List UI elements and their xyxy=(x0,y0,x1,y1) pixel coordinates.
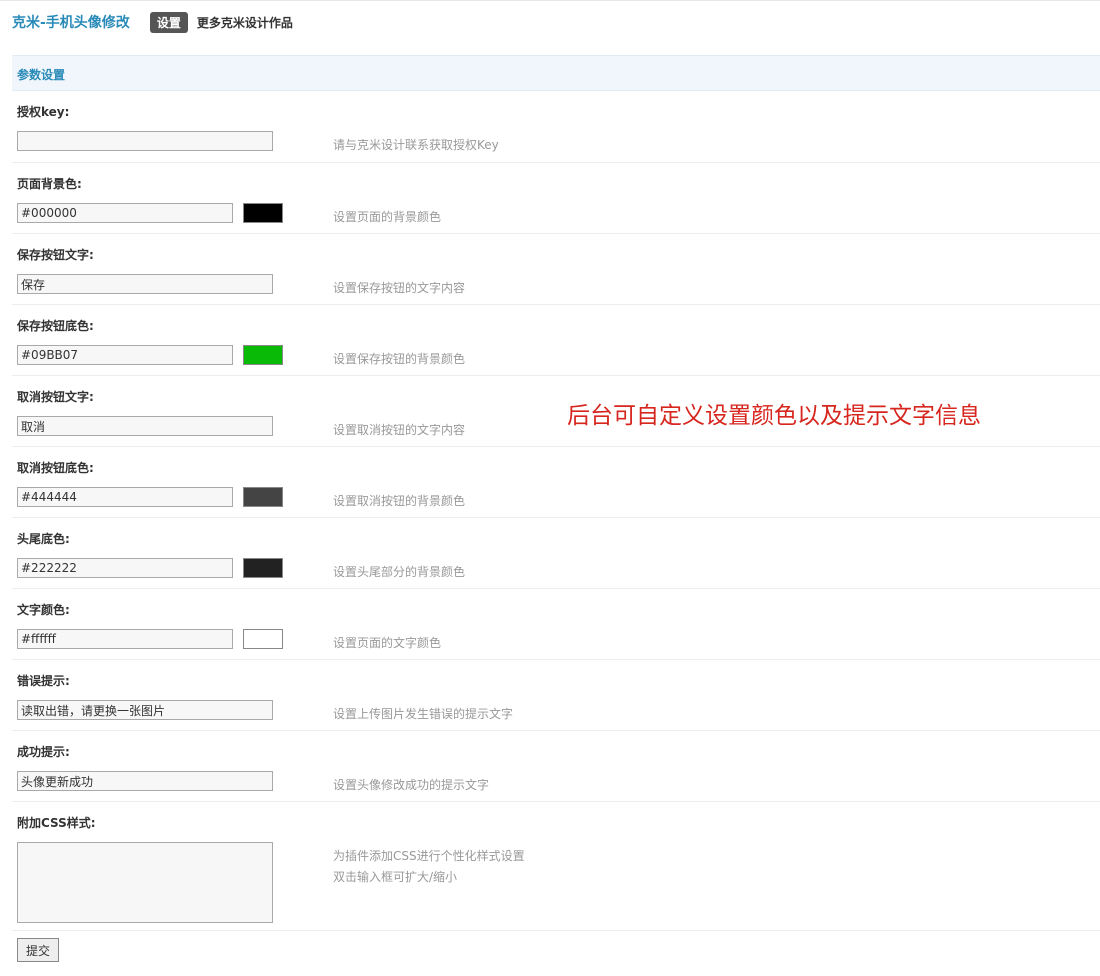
hint-success-tip: 设置头像修改成功的提示文字 xyxy=(333,778,490,792)
bg-color-input[interactable] xyxy=(17,203,233,223)
hint-error-tip: 设置上传图片发生错误的提示文字 xyxy=(333,707,514,721)
row-auth-key: 授权key: 请与克米设计联系获取授权Key xyxy=(12,91,1100,163)
bg-color-swatch[interactable] xyxy=(243,203,283,223)
top-border xyxy=(0,0,1100,1)
row-extra-css: 附加CSS样式: 为插件添加CSS进行个性化样式设置 双击输入框可扩大/缩小 xyxy=(12,802,1100,931)
row-save-color: 保存按钮底色: 设置保存按钮的背景颜色 xyxy=(12,305,1100,376)
hint-text-color: 设置页面的文字颜色 xyxy=(333,636,442,650)
label-text-color: 文字颜色: xyxy=(17,603,70,617)
hint-cancel-text: 设置取消按钮的文字内容 xyxy=(333,423,466,437)
row-error-tip: 错误提示: 设置上传图片发生错误的提示文字 xyxy=(12,660,1100,731)
hint-bg-color: 设置页面的背景颜色 xyxy=(333,210,442,224)
cancel-color-swatch[interactable] xyxy=(243,487,283,507)
row-text-color: 文字颜色: 设置页面的文字颜色 xyxy=(12,589,1100,660)
success-tip-input[interactable] xyxy=(17,771,273,791)
page-header: 克米-手机头像修改 设置 更多克米设计作品 xyxy=(12,10,293,34)
hint-auth-key: 请与克米设计联系获取授权Key xyxy=(333,138,499,152)
hint-save-text: 设置保存按钮的文字内容 xyxy=(333,281,466,295)
hint-save-color: 设置保存按钮的背景颜色 xyxy=(333,352,466,366)
row-save-text: 保存按钮文字: 设置保存按钮的文字内容 xyxy=(12,234,1100,305)
row-bg-color: 页面背景色: 设置页面的背景颜色 xyxy=(12,163,1100,234)
hint-header-footer-color: 设置头尾部分的背景颜色 xyxy=(333,565,466,579)
row-header-footer-color: 头尾底色: 设置头尾部分的背景颜色 xyxy=(12,518,1100,589)
label-header-footer-color: 头尾底色: xyxy=(17,532,70,546)
hint-extra-css-line1: 为插件添加CSS进行个性化样式设置 xyxy=(333,849,525,863)
annotation-text: 后台可自定义设置颜色以及提示文字信息 xyxy=(567,403,981,429)
section-title: 参数设置 xyxy=(17,68,66,82)
label-error-tip: 错误提示: xyxy=(17,674,70,688)
cancel-text-input[interactable] xyxy=(17,416,273,436)
hint-cancel-color: 设置取消按钮的背景颜色 xyxy=(333,494,466,508)
header-footer-color-swatch[interactable] xyxy=(243,558,283,578)
save-color-input[interactable] xyxy=(17,345,233,365)
hint-extra-css: 为插件添加CSS进行个性化样式设置 双击输入框可扩大/缩小 xyxy=(333,846,525,888)
save-color-swatch[interactable] xyxy=(243,345,283,365)
row-cancel-color: 取消按钮底色: 设置取消按钮的背景颜色 xyxy=(12,447,1100,518)
tab-settings[interactable]: 设置 xyxy=(149,11,188,33)
plugin-title[interactable]: 克米-手机头像修改 xyxy=(12,12,130,32)
auth-key-input[interactable] xyxy=(17,131,273,151)
save-text-input[interactable] xyxy=(17,274,273,294)
extra-css-textarea[interactable] xyxy=(17,842,273,923)
text-color-input[interactable] xyxy=(17,629,233,649)
label-auth-key: 授权key: xyxy=(17,105,70,119)
hint-extra-css-line2: 双击输入框可扩大/缩小 xyxy=(333,870,458,884)
label-cancel-color: 取消按钮底色: xyxy=(17,461,94,475)
section-header: 参数设置 xyxy=(12,55,1100,91)
header-footer-color-input[interactable] xyxy=(17,558,233,578)
text-color-swatch[interactable] xyxy=(243,629,283,649)
label-cancel-text: 取消按钮文字: xyxy=(17,390,94,404)
label-extra-css: 附加CSS样式: xyxy=(17,816,96,830)
label-save-text: 保存按钮文字: xyxy=(17,248,94,262)
label-save-color: 保存按钮底色: xyxy=(17,319,94,333)
cancel-color-input[interactable] xyxy=(17,487,233,507)
error-tip-input[interactable] xyxy=(17,700,273,720)
label-bg-color: 页面背景色: xyxy=(17,177,82,191)
label-success-tip: 成功提示: xyxy=(17,745,70,759)
submit-button[interactable]: 提交 xyxy=(17,938,59,962)
tab-more-works[interactable]: 更多克米设计作品 xyxy=(197,14,293,31)
row-success-tip: 成功提示: 设置头像修改成功的提示文字 xyxy=(12,731,1100,802)
